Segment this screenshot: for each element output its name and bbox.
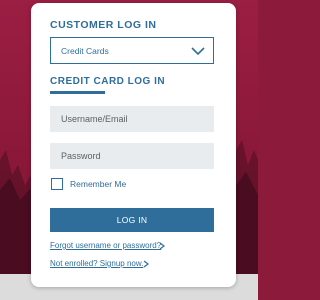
chevron-right-icon (159, 242, 165, 250)
signup-link[interactable]: Not enrolled? Signup now. (50, 259, 143, 268)
remember-me-checkbox[interactable] (51, 178, 63, 190)
section-underline (50, 91, 105, 94)
chevron-right-icon (143, 260, 149, 268)
page-title: CUSTOMER LOG IN (50, 19, 157, 31)
forgot-credentials-link[interactable]: Forgot username or password? (50, 241, 161, 250)
username-field[interactable] (50, 106, 214, 132)
chevron-down-icon (191, 47, 205, 56)
login-button[interactable]: LOG IN (50, 208, 214, 232)
login-card: CUSTOMER LOG IN Credit Cards CREDIT CARD… (31, 3, 236, 287)
account-type-select[interactable]: Credit Cards (50, 37, 214, 64)
password-field[interactable] (50, 143, 214, 169)
section-title: CREDIT CARD LOG IN (50, 76, 166, 87)
account-type-value: Credit Cards (61, 46, 109, 56)
remember-me-label: Remember Me (70, 179, 127, 189)
